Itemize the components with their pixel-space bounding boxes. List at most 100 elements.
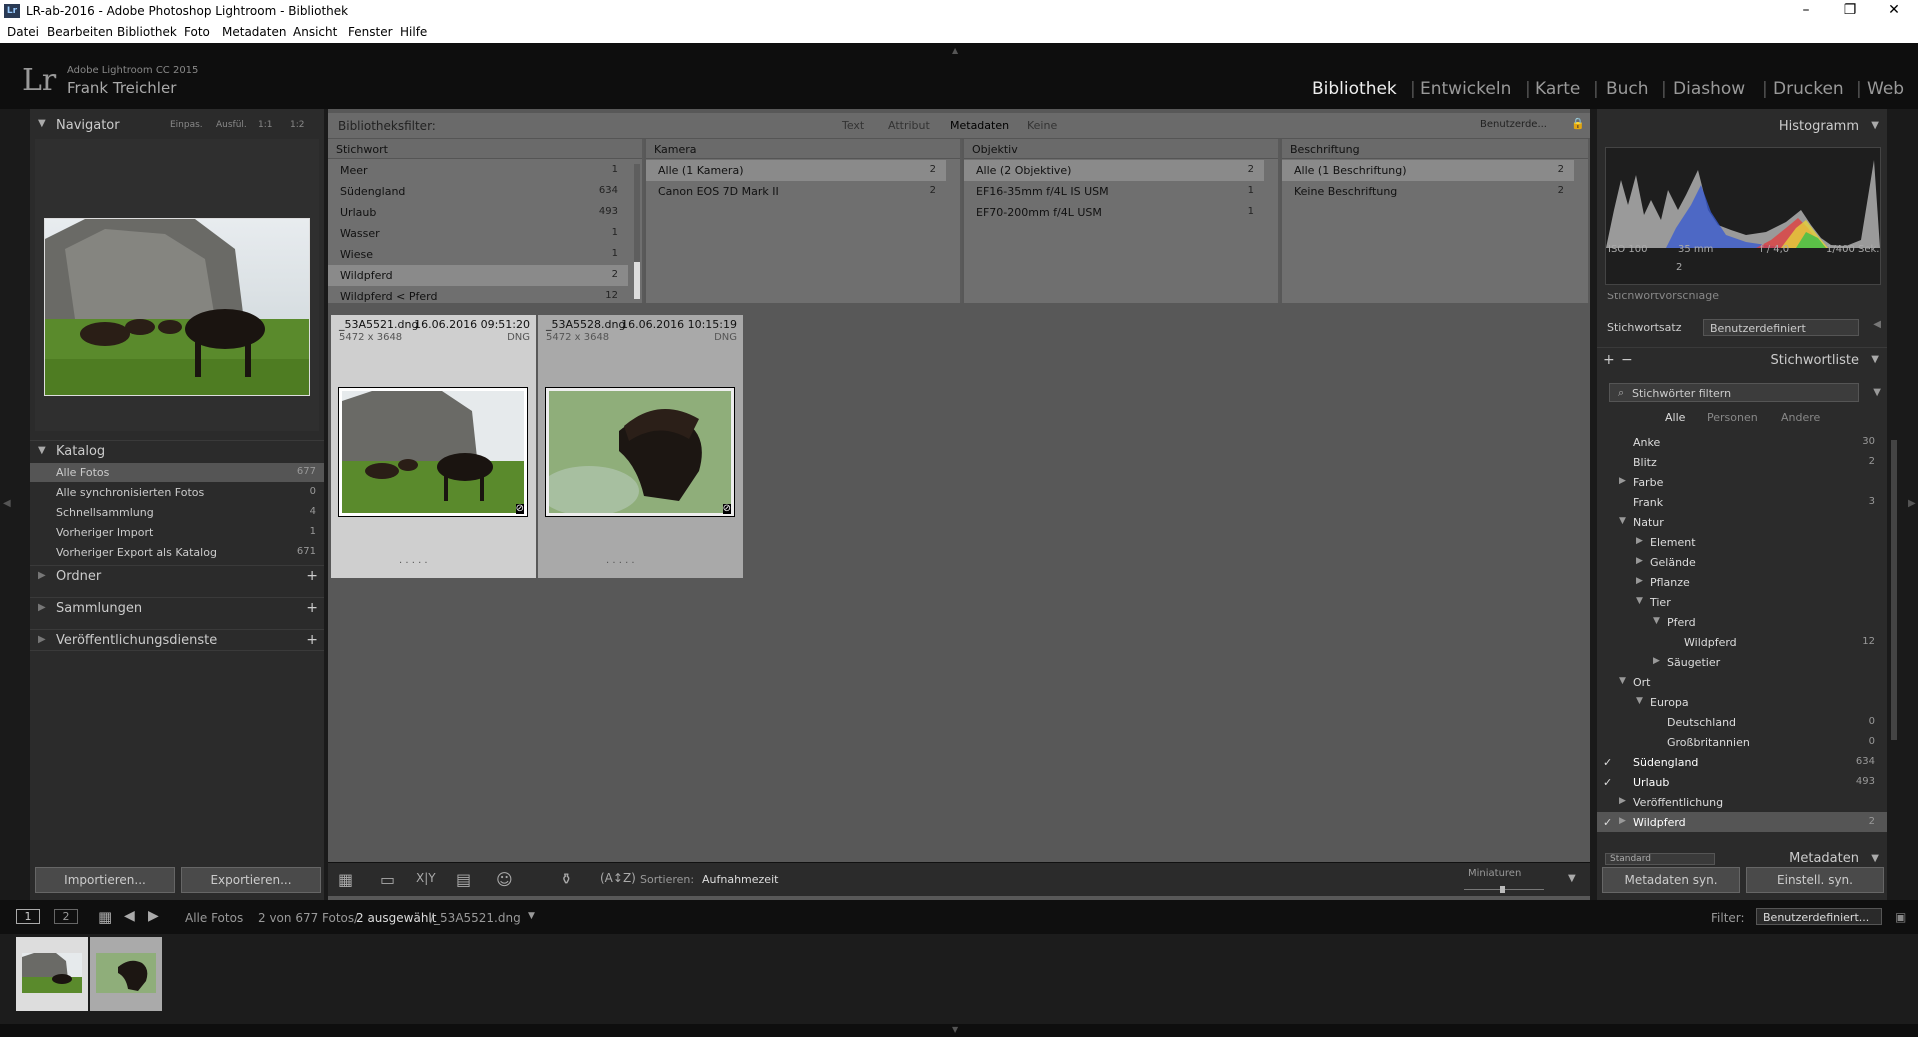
collapse-left-icon[interactable]: ◀ (3, 498, 11, 509)
module-entwickeln[interactable]: Entwickeln (1420, 79, 1511, 99)
keyword-filter-options-icon[interactable]: ▼ (1873, 387, 1881, 398)
filter-lock-icon[interactable]: ▣ (1895, 910, 1906, 924)
painter-icon[interactable]: ⚱ (560, 870, 573, 888)
filter-keyword-row[interactable]: Wasser 1 (328, 223, 628, 244)
keyword-tab-all[interactable]: Alle (1665, 411, 1685, 424)
filmstrip-filename[interactable]: /_53A5521.dng (430, 911, 521, 925)
checkmark-icon[interactable]: ✓ (1603, 816, 1612, 829)
grid-cell[interactable]: _53A5528.dng 16.06.2016 10:15:19 5472 x … (538, 315, 743, 578)
module-web[interactable]: Web (1867, 79, 1904, 99)
filmstrip-thumb[interactable] (90, 937, 162, 1011)
filter-lens-row[interactable]: EF16-35mm f/4L IS USM 1 (964, 181, 1264, 202)
camera-column-header[interactable]: Kamera (646, 139, 960, 159)
export-button[interactable]: Exportieren... (181, 867, 321, 893)
secondary-window-button[interactable]: 2 (54, 909, 78, 924)
zoom-1-1[interactable]: 1:1 (258, 120, 272, 130)
module-bibliothek[interactable]: Bibliothek (1312, 79, 1397, 99)
collapse-top-icon[interactable]: ▲ (952, 46, 958, 55)
keyword-item[interactable]: Wildpferd 12 (1597, 632, 1887, 652)
filmstrip-source-arrow-icon[interactable]: ▼ (528, 911, 535, 921)
keyword-item[interactable]: ▼ Ort (1597, 672, 1887, 692)
filter-lens-row[interactable]: EF70-200mm f/4L USM 1 (964, 202, 1264, 223)
filter-tab-text[interactable]: Text (842, 119, 864, 132)
sync-metadata-button[interactable]: Metadaten syn. (1602, 867, 1740, 893)
keyword-item[interactable]: Deutschland 0 (1597, 712, 1887, 732)
module-karte[interactable]: Karte (1535, 79, 1580, 99)
keyword-set-arrow-icon[interactable]: ◀ (1873, 319, 1881, 330)
thumbnail-size-slider[interactable] (1464, 886, 1544, 893)
catalog-previous-export[interactable]: Vorheriger Export als Katalog 671 (30, 543, 324, 562)
filmstrip-thumb[interactable] (16, 937, 88, 1011)
lock-icon[interactable]: 🔒 (1571, 117, 1585, 130)
grid-cell[interactable]: _53A5521.dng 16.06.2016 09:51:20 5472 x … (331, 315, 536, 578)
keyword-filter-input[interactable]: ⌕ Stichwörter filtern (1609, 383, 1859, 402)
filter-keyword-row[interactable]: Südengland 634 (328, 181, 628, 202)
toolbar-menu-icon[interactable]: ▼ (1568, 873, 1576, 884)
keyword-item[interactable]: ✓ Südengland 634 (1597, 752, 1887, 772)
filter-caption-row[interactable]: Keine Beschriftung 2 (1282, 181, 1574, 202)
collapsed-arrow-icon[interactable]: ▶ (1619, 796, 1626, 806)
keyword-item[interactable]: ▶ Element (1597, 532, 1887, 552)
expanded-arrow-icon[interactable]: ▼ (1653, 616, 1660, 626)
zoom-1-2[interactable]: 1:2 (290, 120, 304, 130)
lens-column-header[interactable]: Objektiv (964, 139, 1278, 159)
keyword-item[interactable]: Blitz 2 (1597, 452, 1887, 472)
menu-datei[interactable]: Datei (7, 25, 39, 39)
catalog-previous-import[interactable]: Vorheriger Import 1 (30, 523, 324, 542)
zoom-fit[interactable]: Einpas. (170, 120, 203, 130)
survey-view-icon[interactable]: ▤ (456, 870, 471, 889)
right-panel-scrollbar[interactable] (1891, 440, 1897, 740)
keyword-list-header[interactable]: + − Stichwortliste ▼ (1597, 347, 1887, 369)
grid-view-icon[interactable]: ▦ (338, 870, 353, 889)
menu-bibliothek[interactable]: Bibliothek (117, 25, 177, 39)
import-button[interactable]: Importieren... (35, 867, 175, 893)
metadata-header[interactable]: Standard Metadaten ▼ (1597, 851, 1887, 865)
minimize-icon[interactable]: – (1786, 2, 1826, 18)
collections-header[interactable]: ▶ Sammlungen + (30, 597, 324, 619)
metadata-preset-select[interactable]: Standard (1605, 853, 1715, 865)
filter-keyword-row[interactable]: Wildpferd < Pferd 12 (328, 286, 628, 307)
collapse-bottom-icon[interactable]: ▼ (952, 1025, 958, 1034)
filmstrip-filter-select[interactable]: Benutzerdefiniert... (1756, 908, 1882, 925)
expanded-arrow-icon[interactable]: ▼ (1619, 516, 1626, 526)
publish-services-header[interactable]: ▶ Veröffentlichungsdienste + (30, 629, 324, 651)
compare-view-icon[interactable]: X|Y (416, 871, 436, 885)
navigator-preview[interactable] (35, 139, 319, 431)
keyword-item[interactable]: ▼ Europa (1597, 692, 1887, 712)
keyword-suggestions-header-cut[interactable]: Stichwortvorschläge (1597, 293, 1887, 307)
keyword-item[interactable]: ▶ Säugetier (1597, 652, 1887, 672)
menu-foto[interactable]: Foto (184, 25, 210, 39)
filter-tab-attribute[interactable]: Attribut (888, 119, 930, 132)
keyword-tab-people[interactable]: Personen (1707, 411, 1758, 424)
filter-keyword-row[interactable]: Urlaub 493 (328, 202, 628, 223)
checkmark-icon[interactable]: ✓ (1603, 756, 1612, 769)
navigator-header[interactable]: ▼ Navigator Einpas. Ausfül. 1:1 1:2 (30, 116, 324, 138)
collapse-right-icon[interactable]: ▶ (1908, 498, 1916, 509)
filter-tab-none[interactable]: Keine (1027, 119, 1057, 132)
histogram-header[interactable]: Histogramm ▼ (1597, 116, 1887, 138)
keyword-item[interactable]: ▼ Pferd (1597, 612, 1887, 632)
module-buch[interactable]: Buch (1606, 79, 1649, 99)
expanded-arrow-icon[interactable]: ▼ (1636, 596, 1643, 606)
edit-badge-icon[interactable]: ⊘ (515, 504, 524, 514)
people-view-icon[interactable]: ☺ (496, 870, 513, 889)
keyword-item[interactable]: ▶ Gelände (1597, 552, 1887, 572)
filter-keyword-row[interactable]: Wiese 1 (328, 244, 628, 265)
filter-preset[interactable]: Benutzerde... (1480, 119, 1547, 130)
close-icon[interactable]: ✕ (1874, 2, 1914, 18)
menu-metadaten[interactable]: Metadaten (222, 25, 286, 39)
catalog-synced-photos[interactable]: Alle synchronisierten Fotos 0 (30, 483, 324, 502)
keyword-tab-other[interactable]: Andere (1781, 411, 1820, 424)
forward-arrow-icon[interactable]: ▶ (148, 908, 159, 924)
back-arrow-icon[interactable]: ◀ (124, 908, 135, 924)
loupe-view-icon[interactable]: ▭ (380, 870, 395, 889)
menu-fenster[interactable]: Fenster (348, 25, 393, 39)
filter-camera-row[interactable]: Alle (1 Kamera) 2 (646, 160, 946, 181)
folders-header[interactable]: ▶ Ordner + (30, 565, 324, 587)
add-folder-icon[interactable]: + (306, 568, 318, 584)
keyword-item[interactable]: Großbritannien 0 (1597, 732, 1887, 752)
add-collection-icon[interactable]: + (306, 600, 318, 616)
zoom-fill[interactable]: Ausfül. (216, 120, 247, 130)
add-keyword-icon[interactable]: + (1603, 352, 1615, 368)
filter-caption-row[interactable]: Alle (1 Beschriftung) 2 (1282, 160, 1574, 181)
